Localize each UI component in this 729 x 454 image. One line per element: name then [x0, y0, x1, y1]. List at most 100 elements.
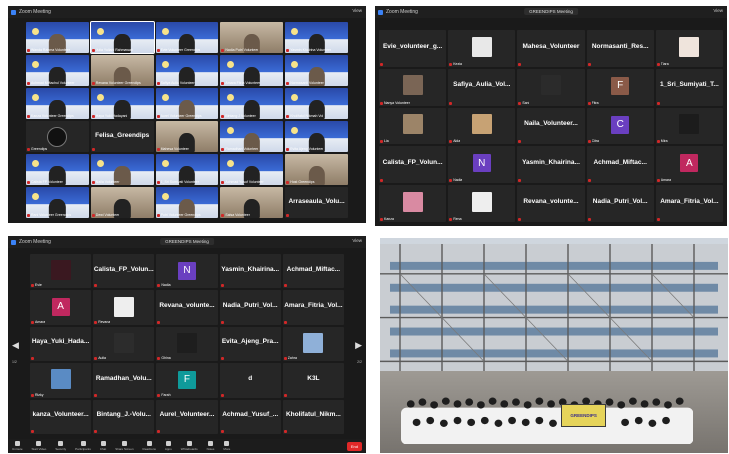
participant-tile[interactable]: Tiara — [655, 30, 723, 67]
participant-tile[interactable]: 1_Sri_Sumiyati_T... — [655, 68, 723, 106]
participant-tile[interactable]: Haya Yuki Hadayani — [90, 88, 154, 119]
participant-tile[interactable]: Mahesa Volunteer — [155, 121, 219, 152]
participant-tile[interactable]: Calista_FP_Volun... — [93, 254, 155, 289]
participant-tile[interactable]: Sani — [517, 68, 585, 106]
participant-tile[interactable]: Putri Volunteer Greendips — [155, 187, 219, 218]
participant-tile[interactable]: Yasmin_Khairina... — [219, 254, 281, 289]
toolbar-button-unmute[interactable]: Unmute — [12, 441, 23, 451]
participant-tile[interactable]: Evie — [30, 254, 92, 289]
participant-tile[interactable]: Haya_Yuki_Hada... — [30, 326, 92, 362]
participant-tile[interactable]: Wanda Rahma Volunteer — [26, 22, 89, 53]
participant-tile[interactable]: Dewi Volunteer — [90, 187, 154, 218]
participant-tile[interactable]: Nanya Volunteer — [379, 68, 447, 106]
toolbar-button-security[interactable]: Security — [55, 441, 66, 451]
participant-tile[interactable]: Revana_volunte... — [517, 185, 585, 222]
participant-tile[interactable]: K3L — [282, 363, 344, 398]
participant-tile[interactable]: Alda — [448, 107, 516, 145]
participant-tile[interactable]: Revana_volunte... — [156, 290, 218, 325]
participant-tile[interactable]: Yasmin_Khairina... — [517, 146, 585, 184]
participant-tile[interactable]: Naila Volunteer — [90, 154, 154, 185]
participant-tile[interactable]: Felisa_Greendips — [90, 121, 154, 152]
participant-tile[interactable]: Normasanti Volunteer — [285, 55, 348, 86]
toolbar-button-notes[interactable]: Notes — [207, 441, 214, 451]
participant-tile[interactable]: kanza_Volunteer... — [30, 399, 92, 434]
view-button[interactable]: View — [352, 238, 362, 243]
participant-tile[interactable]: Kholifatul_Nikm... — [282, 399, 344, 434]
participant-tile[interactable]: Revana — [93, 290, 155, 325]
participant-tile[interactable]: Zahra — [282, 326, 344, 362]
view-button[interactable]: View — [352, 8, 362, 13]
participant-tile[interactable]: Nadia_Putri_Vol... — [586, 185, 654, 222]
participant-tile[interactable]: Rani Volunteer Greendips — [26, 187, 89, 218]
participant-tile[interactable]: Rena — [448, 185, 516, 222]
participant-tile[interactable]: Amara_Fitria_Vol... — [655, 185, 723, 222]
participant-tile[interactable]: Aulia — [93, 326, 155, 362]
participant-tile[interactable]: Greendips — [26, 121, 89, 152]
participant-tile[interactable]: Salsa Volunteer — [220, 187, 284, 218]
participant-tile[interactable]: Aurel Volunteer Greendips — [155, 88, 219, 119]
participant-tile[interactable]: Normasanti_Res... — [586, 30, 654, 67]
participant-tile[interactable]: Bintang J Volunteer — [220, 88, 284, 119]
toolbar-button-whiteboards[interactable]: Whiteboards — [181, 441, 198, 451]
participant-name-caption: Greendips — [31, 147, 48, 151]
participant-tile[interactable]: Kholifatul Nikmah Vol — [285, 88, 348, 119]
toolbar-button-apps[interactable]: Apps — [165, 441, 172, 451]
participant-tile[interactable]: Nadia_Putri_Vol... — [219, 290, 281, 325]
participant-tile[interactable]: Host Greendips — [285, 154, 348, 185]
participant-tile[interactable]: Lia — [379, 107, 447, 145]
participant-tile[interactable]: Ramadhan_Volu... — [93, 363, 155, 398]
participant-tile[interactable]: Revana Volunteer Greendips — [90, 55, 154, 86]
participant-tile[interactable]: Evie Volunteer Greendips — [155, 22, 219, 53]
view-button[interactable]: View — [713, 8, 723, 13]
participant-tile[interactable]: F Fitra — [586, 68, 654, 106]
participant-tile[interactable]: Achmad_Miftac... — [282, 254, 344, 289]
participant-tile[interactable]: Achmad Miftachul Volunteer — [26, 55, 89, 86]
participant-tile[interactable]: C Citra — [586, 107, 654, 145]
participant-tile[interactable]: Kanza Volunteer Greendips — [26, 88, 89, 119]
participant-tile[interactable]: F Farah — [156, 363, 218, 398]
participant-tile[interactable]: N Nadia — [448, 146, 516, 184]
participant-tile[interactable]: Mira — [655, 107, 723, 145]
participant-tile[interactable]: Achmad_Yusuf_... — [219, 399, 281, 434]
meeting-tag[interactable]: GREENDIPS Meeting — [160, 238, 214, 245]
toolbar-button-reactions[interactable]: Reactions — [143, 441, 156, 451]
toolbar-button-more[interactable]: More — [223, 441, 230, 451]
participant-tile[interactable]: Kanza — [379, 185, 447, 222]
participant-tile[interactable]: N Nadia — [156, 254, 218, 289]
participant-tile[interactable]: Safiya Aulia Volunteer — [155, 55, 219, 86]
participant-tile[interactable]: Ghina — [156, 326, 218, 362]
toolbar-button-start-video[interactable]: Start Video — [32, 441, 46, 451]
participant-tile[interactable]: Mahesa_Volunteer — [517, 30, 585, 67]
participant-tile[interactable]: Achmad Yusuf Volunteer — [220, 154, 284, 185]
toolbar-button-chat[interactable]: Chat — [100, 441, 106, 451]
participant-tile[interactable]: Arraseaula_Volu... — [285, 187, 348, 218]
participant-tile[interactable]: Kezia — [448, 30, 516, 67]
participant-tile[interactable]: Ramadhan Volunteer — [220, 121, 284, 152]
toolbar-button-share-screen[interactable]: Share Screen — [115, 441, 134, 451]
participant-tile[interactable]: Naila_Volunteer... — [517, 107, 585, 145]
participant-tile[interactable]: Amara Fitria Volunteer — [220, 55, 284, 86]
meeting-tag[interactable]: GREENDIPS Meeting — [524, 8, 578, 15]
participant-tile[interactable]: Evita Ajeng Volunteer — [285, 121, 348, 152]
participant-tile[interactable]: Julia Yuliani Rahmawati — [89, 21, 155, 54]
participant-tile[interactable]: Calista FP Volunteer — [26, 154, 89, 185]
participant-tile[interactable]: Yasmin Khairina Volunteer — [285, 22, 348, 53]
participant-tile[interactable]: Bintang_J.-Volu... — [93, 399, 155, 434]
participant-tile[interactable]: Calista_FP_Volun... — [379, 146, 447, 184]
participant-tile[interactable]: Achmad_Miftac... — [586, 146, 654, 184]
participant-tile[interactable]: Evie_volunteer_g... — [379, 30, 447, 67]
toolbar-button-participants[interactable]: Participants — [75, 441, 91, 451]
participant-tile[interactable]: Safiya_Aulia_Vol... — [448, 68, 516, 106]
participant-tile[interactable]: A Amara — [30, 290, 92, 325]
participant-tile[interactable]: Aurel_Volunteer... — [156, 399, 218, 434]
participant-tile[interactable]: d — [219, 363, 281, 398]
participant-tile[interactable]: Nadia Putri Volunteer — [220, 22, 284, 53]
participant-tile[interactable]: 1_Sri Sumiyati Volunteer — [155, 154, 219, 185]
participant-tile[interactable]: Evita_Ajeng_Pra... — [219, 326, 281, 362]
end-meeting-button[interactable]: End — [346, 441, 362, 451]
next-page-icon[interactable]: ▶ — [355, 340, 362, 351]
participant-tile[interactable]: A Amara — [655, 146, 723, 184]
previous-page-icon[interactable]: ◀ — [12, 340, 19, 351]
participant-tile[interactable]: Rizky — [30, 363, 92, 398]
participant-tile[interactable]: Amara_Fitria_Vol... — [282, 290, 344, 325]
